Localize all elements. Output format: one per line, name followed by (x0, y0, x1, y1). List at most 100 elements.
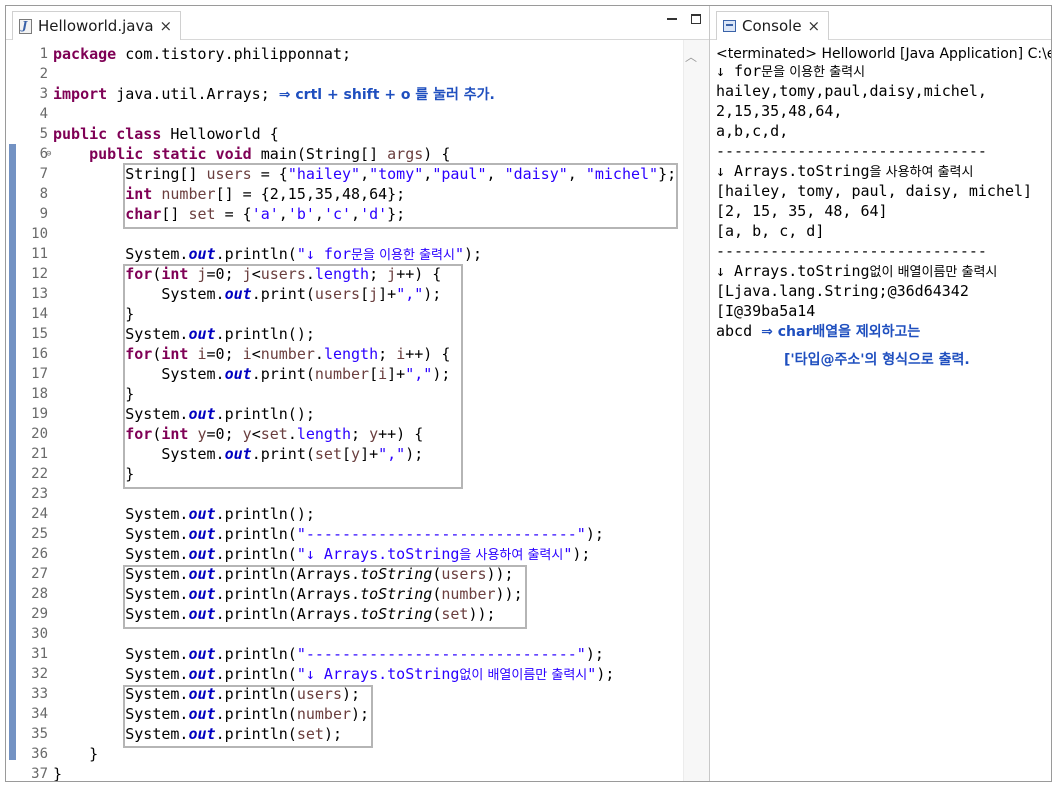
code-line[interactable]: 11 System.out.println("↓ for문을 이용한 출력시")… (6, 244, 682, 264)
code-line[interactable]: 17 System.out.print(number[i]+","); (6, 364, 682, 384)
code-text: } (53, 464, 134, 484)
code-line[interactable]: 20 for(int y=0; y<set.length; y++) { (6, 424, 682, 444)
code-token: "------------------------------" (296, 645, 586, 663)
console-view: Console × <terminated> Helloworld [Java … (710, 6, 1051, 781)
code-line[interactable]: 6 ⊖ public static void main(String[] args… (6, 144, 682, 164)
console-output-line: ↓ Arrays.toString을 사용하여 출력시 (716, 161, 973, 181)
code-token: out (188, 525, 216, 543)
code-token: ]+ (387, 365, 406, 383)
console-output-line: [Ljava.lang.String;@36d64342 (716, 281, 969, 301)
line-number: 8 (39, 186, 48, 202)
code-token: [] (161, 205, 189, 223)
code-line[interactable]: 4 (6, 104, 682, 124)
fold-toggle-icon[interactable]: ⊖ (46, 144, 51, 164)
code-token: class (116, 125, 162, 143)
code-token: } (53, 745, 99, 763)
code-token: } (53, 765, 63, 781)
code-line[interactable]: 31 System.out.println("-----------------… (6, 644, 682, 664)
code-token: }; (658, 165, 677, 183)
line-number: 33 (31, 686, 48, 702)
tab-helloworld-java[interactable]: Helloworld.java × (12, 11, 182, 40)
code-token: ++) { (405, 345, 451, 363)
code-line[interactable]: 26 System.out.println("↓ Arrays.toString… (6, 544, 682, 564)
code-line[interactable]: 16 for(int i=0; i<number.length; i++) { (6, 344, 682, 364)
close-icon[interactable]: × (160, 17, 173, 35)
code-token: .println(); (215, 505, 315, 523)
code-token: out (188, 645, 216, 663)
code-line[interactable]: 28 System.out.println(Arrays.toString(nu… (6, 584, 682, 604)
code-token: 'a' (251, 205, 279, 223)
code-editor: Helloworld.java × ︿ 1 package com.tistory… (6, 6, 710, 781)
code-text: System.out.println(); (53, 324, 315, 344)
code-token: [a, b, c, d] (716, 222, 825, 240)
code-line[interactable]: 5 public class Helloworld { (6, 124, 682, 144)
code-token: . (305, 265, 315, 283)
code-line[interactable]: 19 System.out.println(); (6, 404, 682, 424)
code-line[interactable]: 10 (6, 224, 682, 244)
code-token: String[] (53, 165, 207, 183)
console-output-line: [2, 15, 35, 48, 64] (716, 201, 888, 221)
close-icon[interactable]: × (808, 17, 821, 35)
code-token: abcd (716, 322, 762, 340)
code-line[interactable]: 9 char[] set = {'a','b','c','d'}; (6, 204, 682, 224)
code-token: , (486, 165, 505, 183)
code-line[interactable]: 35 System.out.println(set); (6, 724, 682, 744)
line-number: 37 (31, 766, 48, 781)
code-text: public class Helloworld { (53, 124, 279, 144)
code-token: "daisy" (504, 165, 568, 183)
code-text: System.out.println("↓ Arrays.toString없이 … (53, 664, 614, 686)
code-line[interactable]: 30 (6, 624, 682, 644)
code-line[interactable]: 15 System.out.println(); (6, 324, 682, 344)
code-line[interactable]: 25 System.out.println("-----------------… (6, 524, 682, 544)
code-line[interactable]: 34 System.out.println(number); (6, 704, 682, 724)
code-text: System.out.println(users); (53, 684, 360, 704)
code-line[interactable]: 36 } (6, 744, 682, 764)
code-line[interactable]: 32 System.out.println("↓ Arrays.toString… (6, 664, 682, 684)
code-token: = { (251, 165, 288, 183)
code-line[interactable]: 33 System.out.println(users); (6, 684, 682, 704)
code-line[interactable]: 2 (6, 64, 682, 84)
console-output-line: hailey,tomy,paul,daisy,michel, (716, 81, 987, 101)
chevron-up-icon[interactable]: ︿ (685, 48, 697, 65)
code-line[interactable]: 1 package com.tistory.philipponnat; (6, 44, 682, 64)
minimize-icon[interactable] (667, 18, 677, 20)
line-number: 35 (31, 726, 48, 742)
code-line[interactable]: 23 (6, 484, 682, 504)
code-line[interactable]: 37} (6, 764, 682, 781)
code-token: System. (53, 405, 189, 423)
code-token: out (188, 725, 216, 743)
code-token: System. (53, 665, 189, 683)
code-token: number (260, 345, 315, 363)
code-token: users (206, 165, 252, 183)
code-line[interactable]: 24 System.out.println(); (6, 504, 682, 524)
code-text-area[interactable]: ︿ 1 package com.tistory.philipponnat; 2 3 im… (6, 40, 709, 781)
code-line[interactable]: 22 } (6, 464, 682, 484)
code-line[interactable]: 8 int number[] = {2,15,35,48,64}; (6, 184, 682, 204)
code-token: System. (53, 545, 189, 563)
maximize-icon[interactable] (691, 14, 701, 24)
code-token: length (323, 345, 379, 363)
code-token: for (125, 425, 153, 443)
code-line[interactable]: 13 System.out.print(users[j]+","); (6, 284, 682, 304)
code-line[interactable]: 12 for(int j=0; j<users.length; j++) { (6, 264, 682, 284)
code-line[interactable]: 14 } (6, 304, 682, 324)
code-line[interactable]: 3 import java.util.Arrays; ⇒ crtl + shift… (6, 84, 682, 104)
code-line[interactable]: 29 System.out.println(Arrays.toString(se… (6, 604, 682, 624)
code-line[interactable]: 21 System.out.print(set[y]+","); (6, 444, 682, 464)
tab-console[interactable]: Console × (716, 11, 830, 40)
code-token: .println( (215, 245, 297, 263)
code-token: ↓ for (716, 62, 762, 80)
code-token: [I@39ba5a14 (716, 302, 816, 320)
code-line[interactable]: 18 } (6, 384, 682, 404)
vertical-scrollbar[interactable]: ︿ (683, 40, 709, 781)
code-token: j (387, 265, 397, 283)
code-token: out (188, 325, 216, 343)
code-token: ( (432, 585, 442, 603)
code-token: out (188, 665, 216, 683)
code-token: [ (342, 445, 352, 463)
code-line[interactable]: 7 String[] users = {"hailey","tomy","pau… (6, 164, 682, 184)
code-line[interactable]: 27 System.out.println(Arrays.toString(us… (6, 564, 682, 584)
code-token: 문을 이용한 출력시 (761, 65, 866, 80)
